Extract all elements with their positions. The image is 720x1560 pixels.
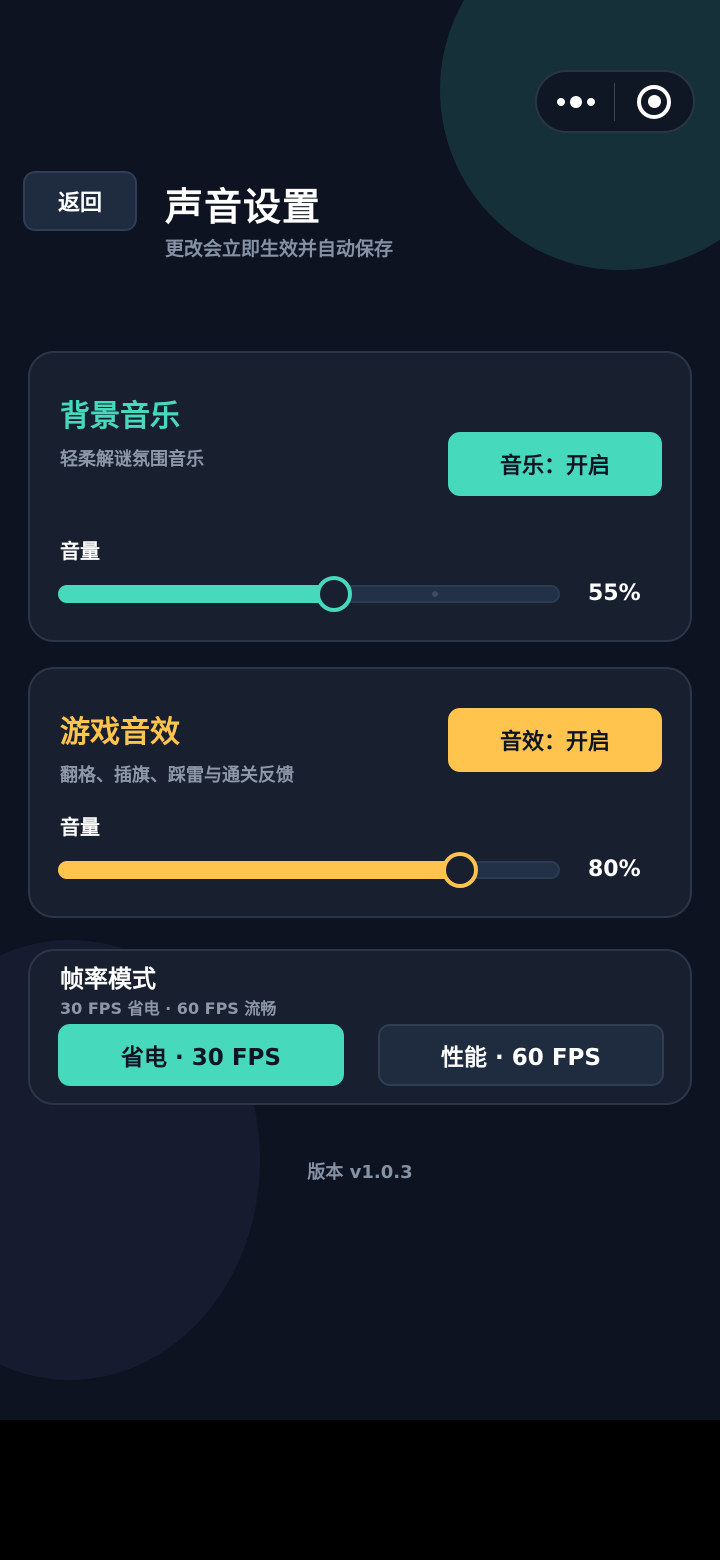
sfx-card: 游戏音效 翻格、插旗、踩雷与通关反馈 音效：开启 音量 80% bbox=[28, 667, 692, 918]
slider-fill bbox=[58, 585, 335, 603]
music-volume-label: 音量 bbox=[60, 539, 100, 563]
version-text: 版本 v1.0.3 bbox=[307, 1162, 413, 1183]
sfx-toggle-button[interactable]: 音效：开启 bbox=[448, 708, 662, 772]
music-volume-slider[interactable] bbox=[58, 576, 560, 612]
sfx-title: 游戏音效 bbox=[60, 715, 180, 750]
fps-60-button[interactable]: 性能 · 60 FPS bbox=[378, 1024, 664, 1086]
slider-knob[interactable] bbox=[441, 852, 478, 888]
fps-card: 帧率模式 30 FPS 省电 · 60 FPS 流畅 省电 · 30 FPS 性… bbox=[28, 949, 692, 1105]
slider-fill bbox=[58, 861, 460, 879]
fps-30-button[interactable]: 省电 · 30 FPS bbox=[58, 1024, 344, 1086]
sfx-desc: 翻格、插旗、踩雷与通关反馈 bbox=[60, 765, 294, 786]
music-toggle-button[interactable]: 音乐：开启 bbox=[448, 432, 662, 496]
back-button[interactable]: 返回 bbox=[23, 171, 137, 231]
system-bottom-area bbox=[0, 1420, 720, 1560]
page-title: 声音设置 bbox=[165, 185, 322, 229]
sfx-volume-slider[interactable] bbox=[58, 852, 560, 888]
fps-desc: 30 FPS 省电 · 60 FPS 流畅 bbox=[60, 999, 277, 1018]
slider-knob[interactable] bbox=[316, 576, 353, 612]
music-desc: 轻柔解谜氛围音乐 bbox=[60, 449, 204, 470]
page-subtitle: 更改会立即生效并自动保存 bbox=[165, 238, 394, 260]
decorative-circle-top bbox=[440, 0, 720, 270]
app-screen: 返回 声音设置 更改会立即生效并自动保存 背景音乐 轻柔解谜氛围音乐 音乐：开启… bbox=[0, 0, 720, 1420]
more-button[interactable] bbox=[537, 72, 614, 131]
more-dots-icon bbox=[556, 95, 595, 108]
music-title: 背景音乐 bbox=[60, 399, 180, 434]
close-button[interactable] bbox=[615, 72, 693, 131]
music-card: 背景音乐 轻柔解谜氛围音乐 音乐：开启 音量 55% bbox=[28, 351, 692, 642]
capsule-menu bbox=[535, 70, 695, 133]
target-circle-icon bbox=[637, 84, 671, 119]
music-volume-percent: 55% bbox=[588, 581, 641, 606]
slider-step-dot bbox=[432, 591, 438, 597]
fps-title: 帧率模式 bbox=[60, 965, 156, 993]
sfx-volume-label: 音量 bbox=[60, 815, 100, 839]
sfx-volume-percent: 80% bbox=[588, 857, 641, 882]
